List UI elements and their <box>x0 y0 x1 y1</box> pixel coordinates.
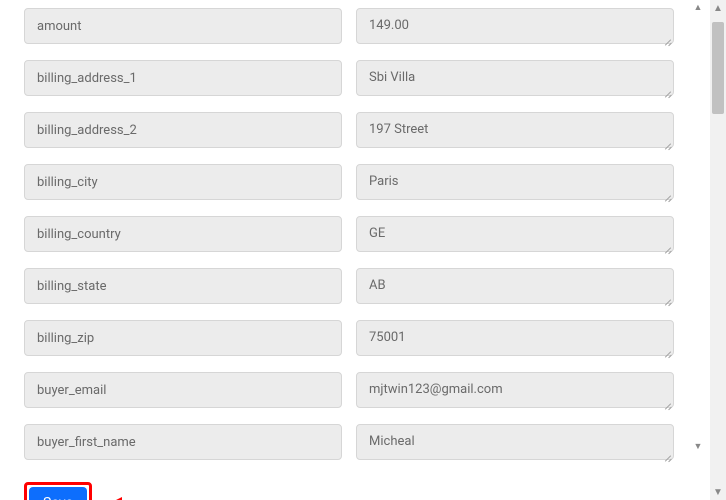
table-row: AB <box>0 268 698 308</box>
value-input-billing-zip[interactable]: 75001 <box>356 320 674 356</box>
inner-scroll-up-icon: ▲ <box>692 1 704 13</box>
table-row: Micheal <box>0 424 698 464</box>
value-cell: Micheal <box>356 424 674 464</box>
value-input-billing-address-1[interactable]: Sbi Villa <box>356 60 674 96</box>
inner-scroll-down-icon: ▼ <box>692 440 704 452</box>
table-row: Sbi Villa <box>0 60 698 100</box>
key-input-billing-state[interactable] <box>24 268 342 304</box>
value-input-buyer-email[interactable]: mjtwin123@gmail.com <box>356 372 674 408</box>
table-row: 149.00 <box>0 8 698 48</box>
highlight-annotation: Save <box>24 482 92 500</box>
value-input-buyer-first-name[interactable]: Micheal <box>356 424 674 460</box>
value-cell: mjtwin123@gmail.com <box>356 372 674 412</box>
key-cell <box>24 320 342 360</box>
key-cell <box>24 424 342 464</box>
scroll-down-icon: ▼ <box>710 484 726 500</box>
key-cell <box>24 112 342 152</box>
value-input-amount[interactable]: 149.00 <box>356 8 674 44</box>
table-row: Paris <box>0 164 698 204</box>
key-input-buyer-first-name[interactable] <box>24 424 342 460</box>
key-input-amount[interactable] <box>24 8 342 44</box>
value-input-billing-state[interactable]: AB <box>356 268 674 304</box>
key-cell <box>24 8 342 48</box>
value-cell: GE <box>356 216 674 256</box>
value-input-billing-address-2[interactable]: 197 Street <box>356 112 674 148</box>
table-row: 75001 <box>0 320 698 360</box>
value-input-billing-country[interactable]: GE <box>356 216 674 252</box>
form-rows: 149.00 Sbi Villa 197 Street <box>0 8 698 464</box>
key-cell <box>24 268 342 308</box>
key-input-billing-country[interactable] <box>24 216 342 252</box>
page-scrollbar[interactable]: ▲ ▼ <box>710 0 726 500</box>
value-cell: 197 Street <box>356 112 674 152</box>
save-button[interactable]: Save <box>29 487 87 500</box>
key-input-billing-address-1[interactable] <box>24 60 342 96</box>
arrow-annotation-icon <box>110 495 162 500</box>
table-row: 197 Street <box>0 112 698 152</box>
key-cell <box>24 60 342 100</box>
scroll-up-icon: ▲ <box>710 0 726 16</box>
key-cell <box>24 372 342 412</box>
value-cell: Paris <box>356 164 674 204</box>
value-cell: 75001 <box>356 320 674 360</box>
key-cell <box>24 164 342 204</box>
key-input-billing-city[interactable] <box>24 164 342 200</box>
form-scroll-area[interactable]: 149.00 Sbi Villa 197 Street <box>0 0 698 500</box>
value-cell: Sbi Villa <box>356 60 674 100</box>
key-input-buyer-email[interactable] <box>24 372 342 408</box>
key-input-billing-address-2[interactable] <box>24 112 342 148</box>
value-input-billing-city[interactable]: Paris <box>356 164 674 200</box>
save-row: Save <box>0 476 698 500</box>
key-input-billing-zip[interactable] <box>24 320 342 356</box>
table-row: mjtwin123@gmail.com <box>0 372 698 412</box>
value-cell: 149.00 <box>356 8 674 48</box>
table-row: GE <box>0 216 698 256</box>
scrollbar-thumb[interactable] <box>712 22 724 114</box>
value-cell: AB <box>356 268 674 308</box>
key-cell <box>24 216 342 256</box>
